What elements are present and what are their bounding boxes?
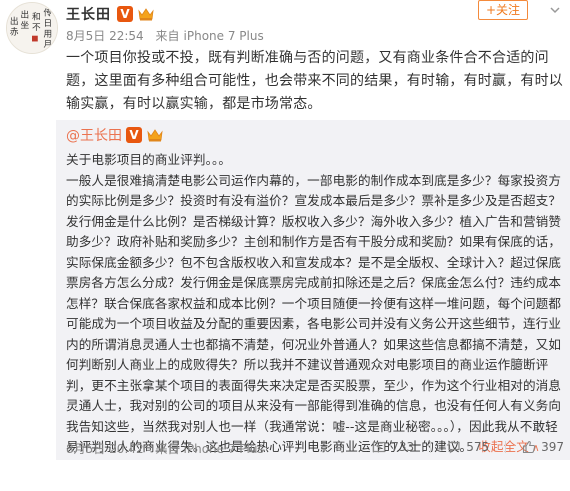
repost-count-button[interactable]: 733 bbox=[372, 440, 414, 454]
follow-button[interactable]: +关注 bbox=[478, 0, 528, 20]
svg-text:传: 传 bbox=[44, 7, 53, 19]
repost-stats: 733 575 397 bbox=[356, 440, 564, 454]
repost-body: 一般人是很难搞清楚电影公司运作内幕的，一部电影的制作成本到底是多少？每家投资方的… bbox=[66, 171, 566, 460]
svg-text:月: 月 bbox=[44, 39, 53, 50]
repost-icon bbox=[373, 441, 386, 453]
post-source: iPhone 7 Plus bbox=[183, 29, 264, 43]
repost-meta: 8月5日 20:42 来自 iPhone 7 Plus bbox=[66, 440, 272, 457]
svg-text:不: 不 bbox=[32, 22, 41, 33]
repost-author-link[interactable]: @王长田 bbox=[66, 125, 122, 145]
verified-v-icon: V bbox=[126, 127, 142, 143]
avatar[interactable]: 传 日 用 月 和 不 出 坐 出 赤 bbox=[6, 2, 58, 54]
verified-v-icon: V bbox=[117, 6, 133, 22]
repost-author-row: @王长田 V bbox=[66, 125, 164, 145]
repost-date[interactable]: 8月5日 20:42 bbox=[66, 442, 144, 456]
reposted-weibo: @王长田 V 关于电影项目的商业评判。。。 一般人是很难搞清楚电影公司运作内幕的… bbox=[56, 120, 570, 460]
comment-count-button[interactable]: 575 bbox=[447, 440, 489, 454]
calligraphy-avatar-image: 传 日 用 月 和 不 出 坐 出 赤 bbox=[7, 3, 57, 53]
like-count: 397 bbox=[541, 440, 564, 454]
thumbs-up-icon bbox=[523, 440, 536, 454]
post-source-prefix: 来自 bbox=[155, 29, 180, 43]
author-name[interactable]: 王长田 bbox=[66, 4, 111, 24]
repost-title: 关于电影项目的商业评判。。。 bbox=[66, 152, 232, 167]
svg-text:日: 日 bbox=[44, 18, 53, 29]
comment-count: 575 bbox=[466, 440, 490, 454]
repost-source-prefix: 来自 bbox=[155, 442, 180, 456]
vip-crown-icon bbox=[137, 6, 155, 22]
weibo-post: 传 日 用 月 和 不 出 坐 出 赤 王长田 V 8月5日 22:54 来自 … bbox=[0, 0, 570, 491]
svg-text:用: 用 bbox=[44, 29, 53, 40]
svg-text:赤: 赤 bbox=[10, 27, 19, 38]
repost-source: iPhone 7 Plus bbox=[183, 442, 264, 456]
author-row: 王长田 V bbox=[66, 4, 155, 24]
svg-text:出: 出 bbox=[20, 8, 29, 20]
like-count-button[interactable]: 397 bbox=[522, 440, 564, 454]
svg-text:出: 出 bbox=[10, 15, 19, 27]
comment-icon bbox=[448, 441, 460, 454]
repost-text: 关于电影项目的商业评判。。。 一般人是很难搞清楚电影公司运作内幕的，一部电影的制… bbox=[66, 150, 566, 460]
vip-crown-icon bbox=[146, 127, 164, 143]
chevron-down-icon[interactable] bbox=[549, 4, 561, 16]
post-date[interactable]: 8月5日 22:54 bbox=[66, 29, 144, 43]
svg-text:和: 和 bbox=[32, 11, 41, 22]
divider bbox=[505, 441, 507, 453]
post-meta: 8月5日 22:54 来自 iPhone 7 Plus bbox=[66, 27, 272, 44]
repost-body-text: 一般人是很难搞清楚电影公司运作内幕的，一部电影的制作成本到底是多少？每家投资方的… bbox=[66, 172, 562, 455]
svg-text:坐: 坐 bbox=[20, 20, 29, 31]
post-text: 一个项目你投或不投，既有判断准确与否的问题，又有商业条件合不合适的问题，这里面有… bbox=[66, 50, 563, 112]
divider bbox=[430, 441, 432, 453]
repost-count: 733 bbox=[391, 440, 415, 454]
